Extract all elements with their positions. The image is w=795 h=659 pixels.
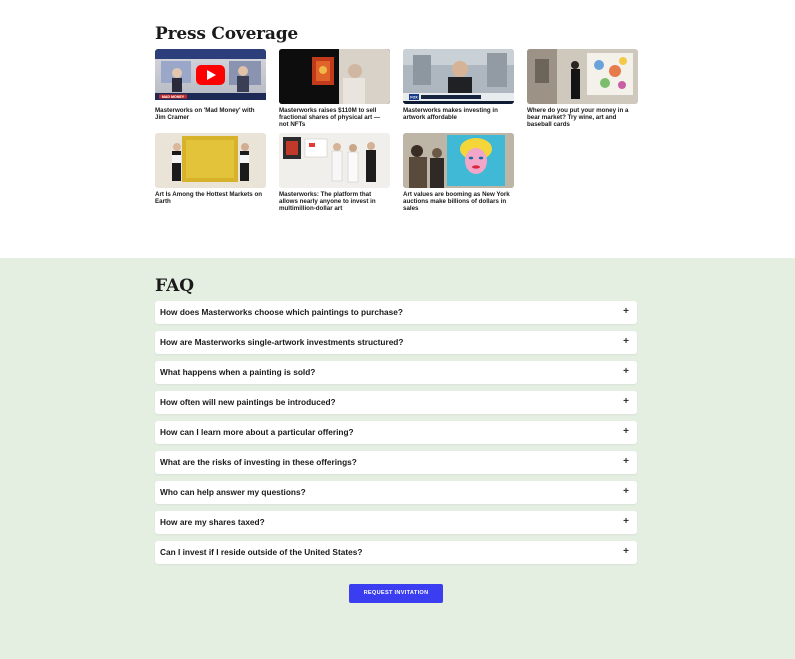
- plus-icon[interactable]: +: [623, 516, 629, 528]
- press-card-caption[interactable]: Where do you put your money in a bear ma…: [527, 107, 638, 128]
- press-coverage-title: Press Coverage: [155, 24, 299, 44]
- thumb-label: FOX: [410, 96, 418, 100]
- faq-title: FAQ: [155, 276, 195, 296]
- press-thumbnail[interactable]: [279, 49, 390, 104]
- gallery-visitor-image: [527, 49, 638, 104]
- gold-painting-image: [155, 133, 266, 188]
- press-card-platform[interactable]: Masterworks: The platform that allows ne…: [279, 133, 390, 212]
- plus-icon[interactable]: +: [623, 486, 629, 498]
- faq-section: FAQ How does Masterworks choose which pa…: [0, 258, 795, 659]
- press-card-fractional-shares[interactable]: Masterworks raises $110M to sell fractio…: [279, 49, 390, 128]
- tv-interview-image: FOX: [403, 49, 514, 104]
- faq-item-taxes[interactable]: How are my shares taxed? +: [155, 511, 637, 534]
- faq-question[interactable]: What are the risks of investing in these…: [160, 457, 357, 467]
- press-card-caption[interactable]: Masterworks: The platform that allows ne…: [279, 191, 390, 212]
- faq-item-new-paintings[interactable]: How often will new paintings be introduc…: [155, 391, 637, 414]
- faq-question[interactable]: How does Masterworks choose which painti…: [160, 307, 403, 317]
- press-thumbnail[interactable]: [527, 49, 638, 104]
- press-card-fox[interactable]: FOX Masterworks makes investing in artwo…: [403, 49, 514, 121]
- press-coverage-section: Press Coverage MAD MONEY Masterworks on …: [0, 0, 795, 258]
- press-thumbnail[interactable]: FOX: [403, 49, 514, 104]
- press-thumbnail[interactable]: [403, 133, 514, 188]
- press-card-mad-money[interactable]: MAD MONEY Masterworks on 'Mad Money' wit…: [155, 49, 266, 121]
- faq-item-learn-offering[interactable]: How can I learn more about a particular …: [155, 421, 637, 444]
- faq-item-risks[interactable]: What are the risks of investing in these…: [155, 451, 637, 474]
- press-card-caption[interactable]: Art Is Among the Hottest Markets on Eart…: [155, 191, 266, 205]
- plus-icon[interactable]: +: [623, 456, 629, 468]
- faq-question[interactable]: What happens when a painting is sold?: [160, 367, 315, 377]
- faq-question[interactable]: How can I learn more about a particular …: [160, 427, 354, 437]
- plus-icon[interactable]: +: [623, 546, 629, 558]
- plus-icon[interactable]: +: [623, 306, 629, 318]
- faq-item-help[interactable]: Who can help answer my questions? +: [155, 481, 637, 504]
- press-thumbnail[interactable]: [155, 133, 266, 188]
- press-card-auctions[interactable]: Art values are booming as New York aucti…: [403, 133, 514, 212]
- press-card-bear-market[interactable]: Where do you put your money in a bear ma…: [527, 49, 638, 128]
- faq-question[interactable]: How are my shares taxed?: [160, 517, 265, 527]
- press-thumbnail-video[interactable]: MAD MONEY: [155, 49, 266, 104]
- press-card-caption[interactable]: Masterworks on 'Mad Money' with Jim Cram…: [155, 107, 266, 121]
- youtube-play-icon[interactable]: [196, 65, 225, 85]
- painting-photo-image: [279, 49, 390, 104]
- faq-question[interactable]: How often will new paintings be introduc…: [160, 397, 336, 407]
- faq-question[interactable]: Who can help answer my questions?: [160, 487, 306, 497]
- press-card-caption[interactable]: Masterworks raises $110M to sell fractio…: [279, 107, 390, 128]
- press-card-caption[interactable]: Masterworks makes investing in artwork a…: [403, 107, 514, 121]
- faq-item-investment-structure[interactable]: How are Masterworks single-artwork inves…: [155, 331, 637, 354]
- plus-icon[interactable]: +: [623, 396, 629, 408]
- press-card-hottest-markets[interactable]: Art Is Among the Hottest Markets on Eart…: [155, 133, 266, 205]
- press-card-caption[interactable]: Art values are booming as New York aucti…: [403, 191, 514, 212]
- office-team-image: [279, 133, 390, 188]
- plus-icon[interactable]: +: [623, 366, 629, 378]
- marilyn-painting-image: [403, 133, 514, 188]
- faq-item-choose-paintings[interactable]: How does Masterworks choose which painti…: [155, 301, 637, 324]
- plus-icon[interactable]: +: [623, 336, 629, 348]
- faq-item-painting-sold[interactable]: What happens when a painting is sold? +: [155, 361, 637, 384]
- thumb-label: MAD MONEY: [162, 95, 185, 99]
- faq-question[interactable]: Can I invest if I reside outside of the …: [160, 547, 362, 557]
- faq-question[interactable]: How are Masterworks single-artwork inves…: [160, 337, 403, 347]
- faq-item-international[interactable]: Can I invest if I reside outside of the …: [155, 541, 637, 564]
- press-thumbnail[interactable]: [279, 133, 390, 188]
- request-invitation-button[interactable]: REQUEST INVITATION: [349, 584, 443, 603]
- plus-icon[interactable]: +: [623, 426, 629, 438]
